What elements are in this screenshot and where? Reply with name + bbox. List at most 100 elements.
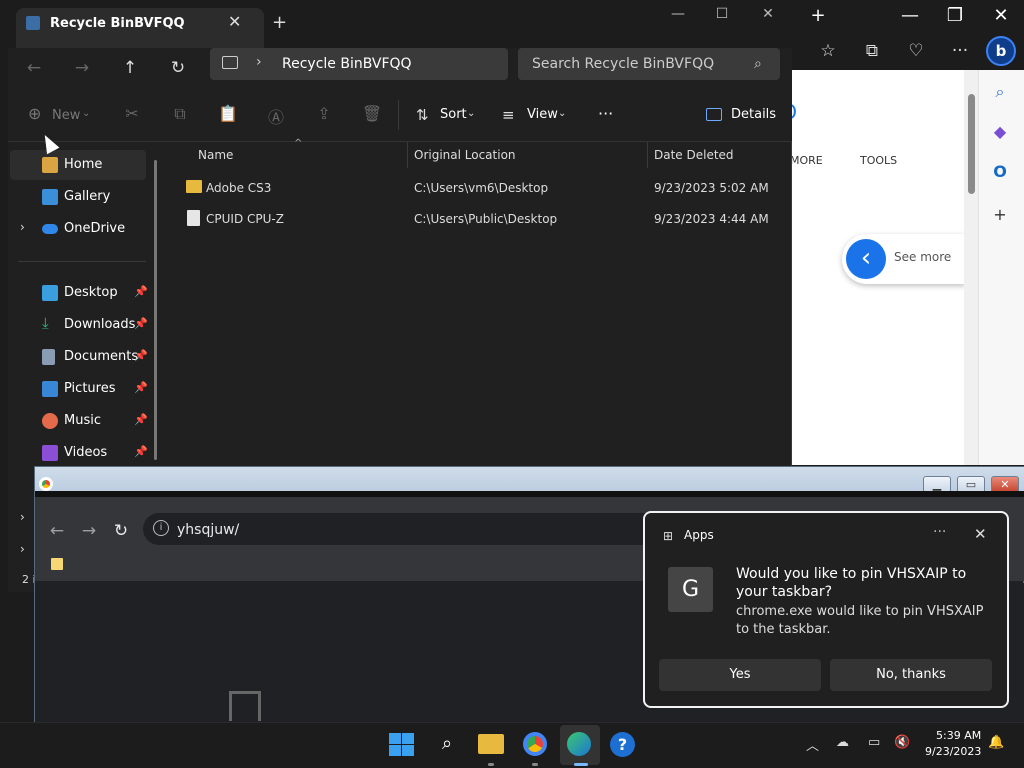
forward-arrow-icon[interactable]: →	[77, 519, 101, 543]
rename-icon[interactable]: Ⓐ	[264, 104, 288, 127]
reload-icon[interactable]: ↻	[109, 519, 133, 543]
nav-scrollbar[interactable]	[154, 160, 157, 460]
view-button[interactable]: View	[527, 107, 558, 122]
column-divider[interactable]	[647, 142, 648, 168]
bing-copilot-icon[interactable]: b	[986, 36, 1016, 66]
restore-icon[interactable]: ❐	[935, 6, 975, 26]
chevron-left-icon[interactable]: ‹	[846, 239, 886, 279]
expand-chevron-icon[interactable]: ›	[20, 510, 25, 524]
pin-icon[interactable]: 📌	[134, 445, 148, 458]
clock-time[interactable]: 5:39 AM	[936, 729, 981, 742]
pin-icon[interactable]: 📌	[134, 285, 148, 298]
new-button[interactable]: New	[52, 108, 80, 123]
copy-icon[interactable]: ⧉	[168, 104, 192, 126]
more-menu-icon[interactable]: ···	[942, 40, 978, 62]
close-icon[interactable]: ✕	[981, 6, 1021, 26]
see-more-label[interactable]: See more	[894, 250, 951, 264]
minimize-icon[interactable]: —	[890, 6, 930, 26]
minimize-icon[interactable]: —	[656, 6, 700, 26]
display-icon[interactable]: ▭	[868, 735, 880, 750]
column-header-location[interactable]: Original Location	[414, 148, 516, 162]
new-tab-icon[interactable]: +	[798, 6, 838, 26]
music-icon	[42, 413, 58, 429]
nav-item-videos[interactable]: Videos 📌	[10, 438, 148, 468]
add-icon[interactable]: +	[986, 203, 1014, 227]
nav-item-onedrive[interactable]: OneDrive	[10, 214, 146, 244]
chevron-down-icon[interactable]: ⌄	[82, 108, 90, 119]
copilot-icon[interactable]: ◆	[986, 120, 1014, 144]
new-icon[interactable]: ⊕	[28, 104, 41, 123]
sort-button[interactable]: Sort	[440, 107, 467, 122]
favorite-star-icon[interactable]: ☆	[810, 40, 846, 62]
new-tab-icon[interactable]: +	[272, 12, 287, 33]
share-icon[interactable]: ⇪	[312, 104, 336, 126]
help-icon[interactable]: ?	[610, 732, 635, 757]
more-options-icon[interactable]: ···	[598, 104, 613, 123]
path-segment[interactable]: Recycle BinBVFQQ	[282, 56, 412, 72]
search-icon[interactable]: ⌕	[432, 730, 462, 758]
tab-title: Recycle BinBVFQQ	[50, 16, 185, 31]
chevron-up-icon[interactable]: ︿	[806, 735, 819, 754]
nav-item-documents[interactable]: Documents 📌	[10, 342, 148, 372]
volume-muted-icon[interactable]: 🔇	[894, 735, 910, 750]
notification-bell-icon[interactable]: 🔔	[988, 735, 1004, 750]
onedrive-tray-icon[interactable]: ☁	[836, 735, 849, 750]
search-icon[interactable]: ⌕	[986, 80, 1014, 104]
back-arrow-icon[interactable]: ←	[20, 54, 48, 82]
nav-item-home[interactable]: Home	[10, 150, 146, 180]
edge-menu-more[interactable]: MORE	[790, 154, 823, 167]
column-header-name[interactable]: Name	[198, 148, 233, 162]
pin-icon[interactable]: 📌	[134, 381, 148, 394]
edge-icon[interactable]	[567, 732, 591, 756]
details-button[interactable]: Details	[731, 107, 776, 122]
expand-chevron-icon[interactable]: ›	[20, 542, 25, 556]
nav-item-music[interactable]: Music 📌	[10, 406, 148, 436]
close-icon[interactable]: ✕	[974, 525, 987, 543]
search-input[interactable]: Search Recycle BinBVFQQ	[532, 56, 714, 72]
nav-item-desktop[interactable]: Desktop 📌	[10, 278, 148, 308]
windows-start-icon[interactable]	[389, 733, 415, 757]
back-arrow-icon[interactable]: ←	[45, 519, 69, 543]
refresh-icon[interactable]: ↻	[164, 54, 192, 82]
maximize-icon[interactable]: ☐	[700, 6, 744, 26]
paste-icon[interactable]: 📋	[216, 104, 240, 126]
chevron-down-icon[interactable]: ⌄	[467, 108, 475, 119]
nav-item-gallery[interactable]: Gallery	[10, 182, 146, 212]
chrome-icon[interactable]	[523, 732, 547, 756]
pin-icon[interactable]: 📌	[134, 317, 148, 330]
no-thanks-button[interactable]: No, thanks	[830, 659, 992, 691]
forward-arrow-icon[interactable]: →	[68, 54, 96, 82]
url-text[interactable]: yhsqjuw/	[177, 522, 239, 538]
computer-icon	[222, 56, 238, 69]
performance-icon[interactable]: ♡	[898, 40, 934, 62]
column-header-date[interactable]: Date Deleted	[654, 148, 734, 162]
details-pane-icon[interactable]	[706, 108, 722, 121]
up-arrow-icon[interactable]: ↑	[116, 54, 144, 82]
cut-icon[interactable]: ✂	[120, 104, 144, 126]
info-icon[interactable]: i	[153, 520, 169, 536]
outlook-icon[interactable]: O	[986, 160, 1014, 184]
nav-item-pictures[interactable]: Pictures 📌	[10, 374, 148, 404]
apps-icon: ⊞	[663, 529, 674, 543]
pin-icon[interactable]: 📌	[134, 413, 148, 426]
collections-icon[interactable]: ⧉	[854, 40, 890, 62]
nav-item-downloads[interactable]: ⤓ Downloads 📌	[10, 310, 148, 340]
edge-menu-tools[interactable]: TOOLS	[860, 154, 897, 167]
pin-icon[interactable]: 📌	[134, 349, 148, 362]
delete-icon[interactable]: 🗑	[360, 104, 384, 126]
column-divider[interactable]	[407, 142, 408, 168]
bookmark-folder-icon[interactable]	[51, 558, 63, 570]
close-icon[interactable]: ✕	[228, 12, 241, 31]
file-explorer-icon[interactable]	[478, 734, 504, 754]
edge-scroll-thumb[interactable]	[968, 94, 975, 194]
chevron-right-icon[interactable]: ›	[256, 54, 262, 70]
view-icon[interactable]: ≡	[502, 106, 515, 124]
close-icon[interactable]: ✕	[746, 6, 790, 26]
sort-icon[interactable]: ⇅	[416, 106, 429, 124]
yes-button[interactable]: Yes	[659, 659, 821, 691]
more-options-icon[interactable]: ···	[933, 524, 946, 540]
home-icon	[42, 157, 58, 173]
chevron-down-icon[interactable]: ⌄	[558, 108, 566, 119]
search-icon[interactable]: ⌕	[754, 56, 762, 72]
clock-date[interactable]: 9/23/2023	[925, 745, 981, 758]
